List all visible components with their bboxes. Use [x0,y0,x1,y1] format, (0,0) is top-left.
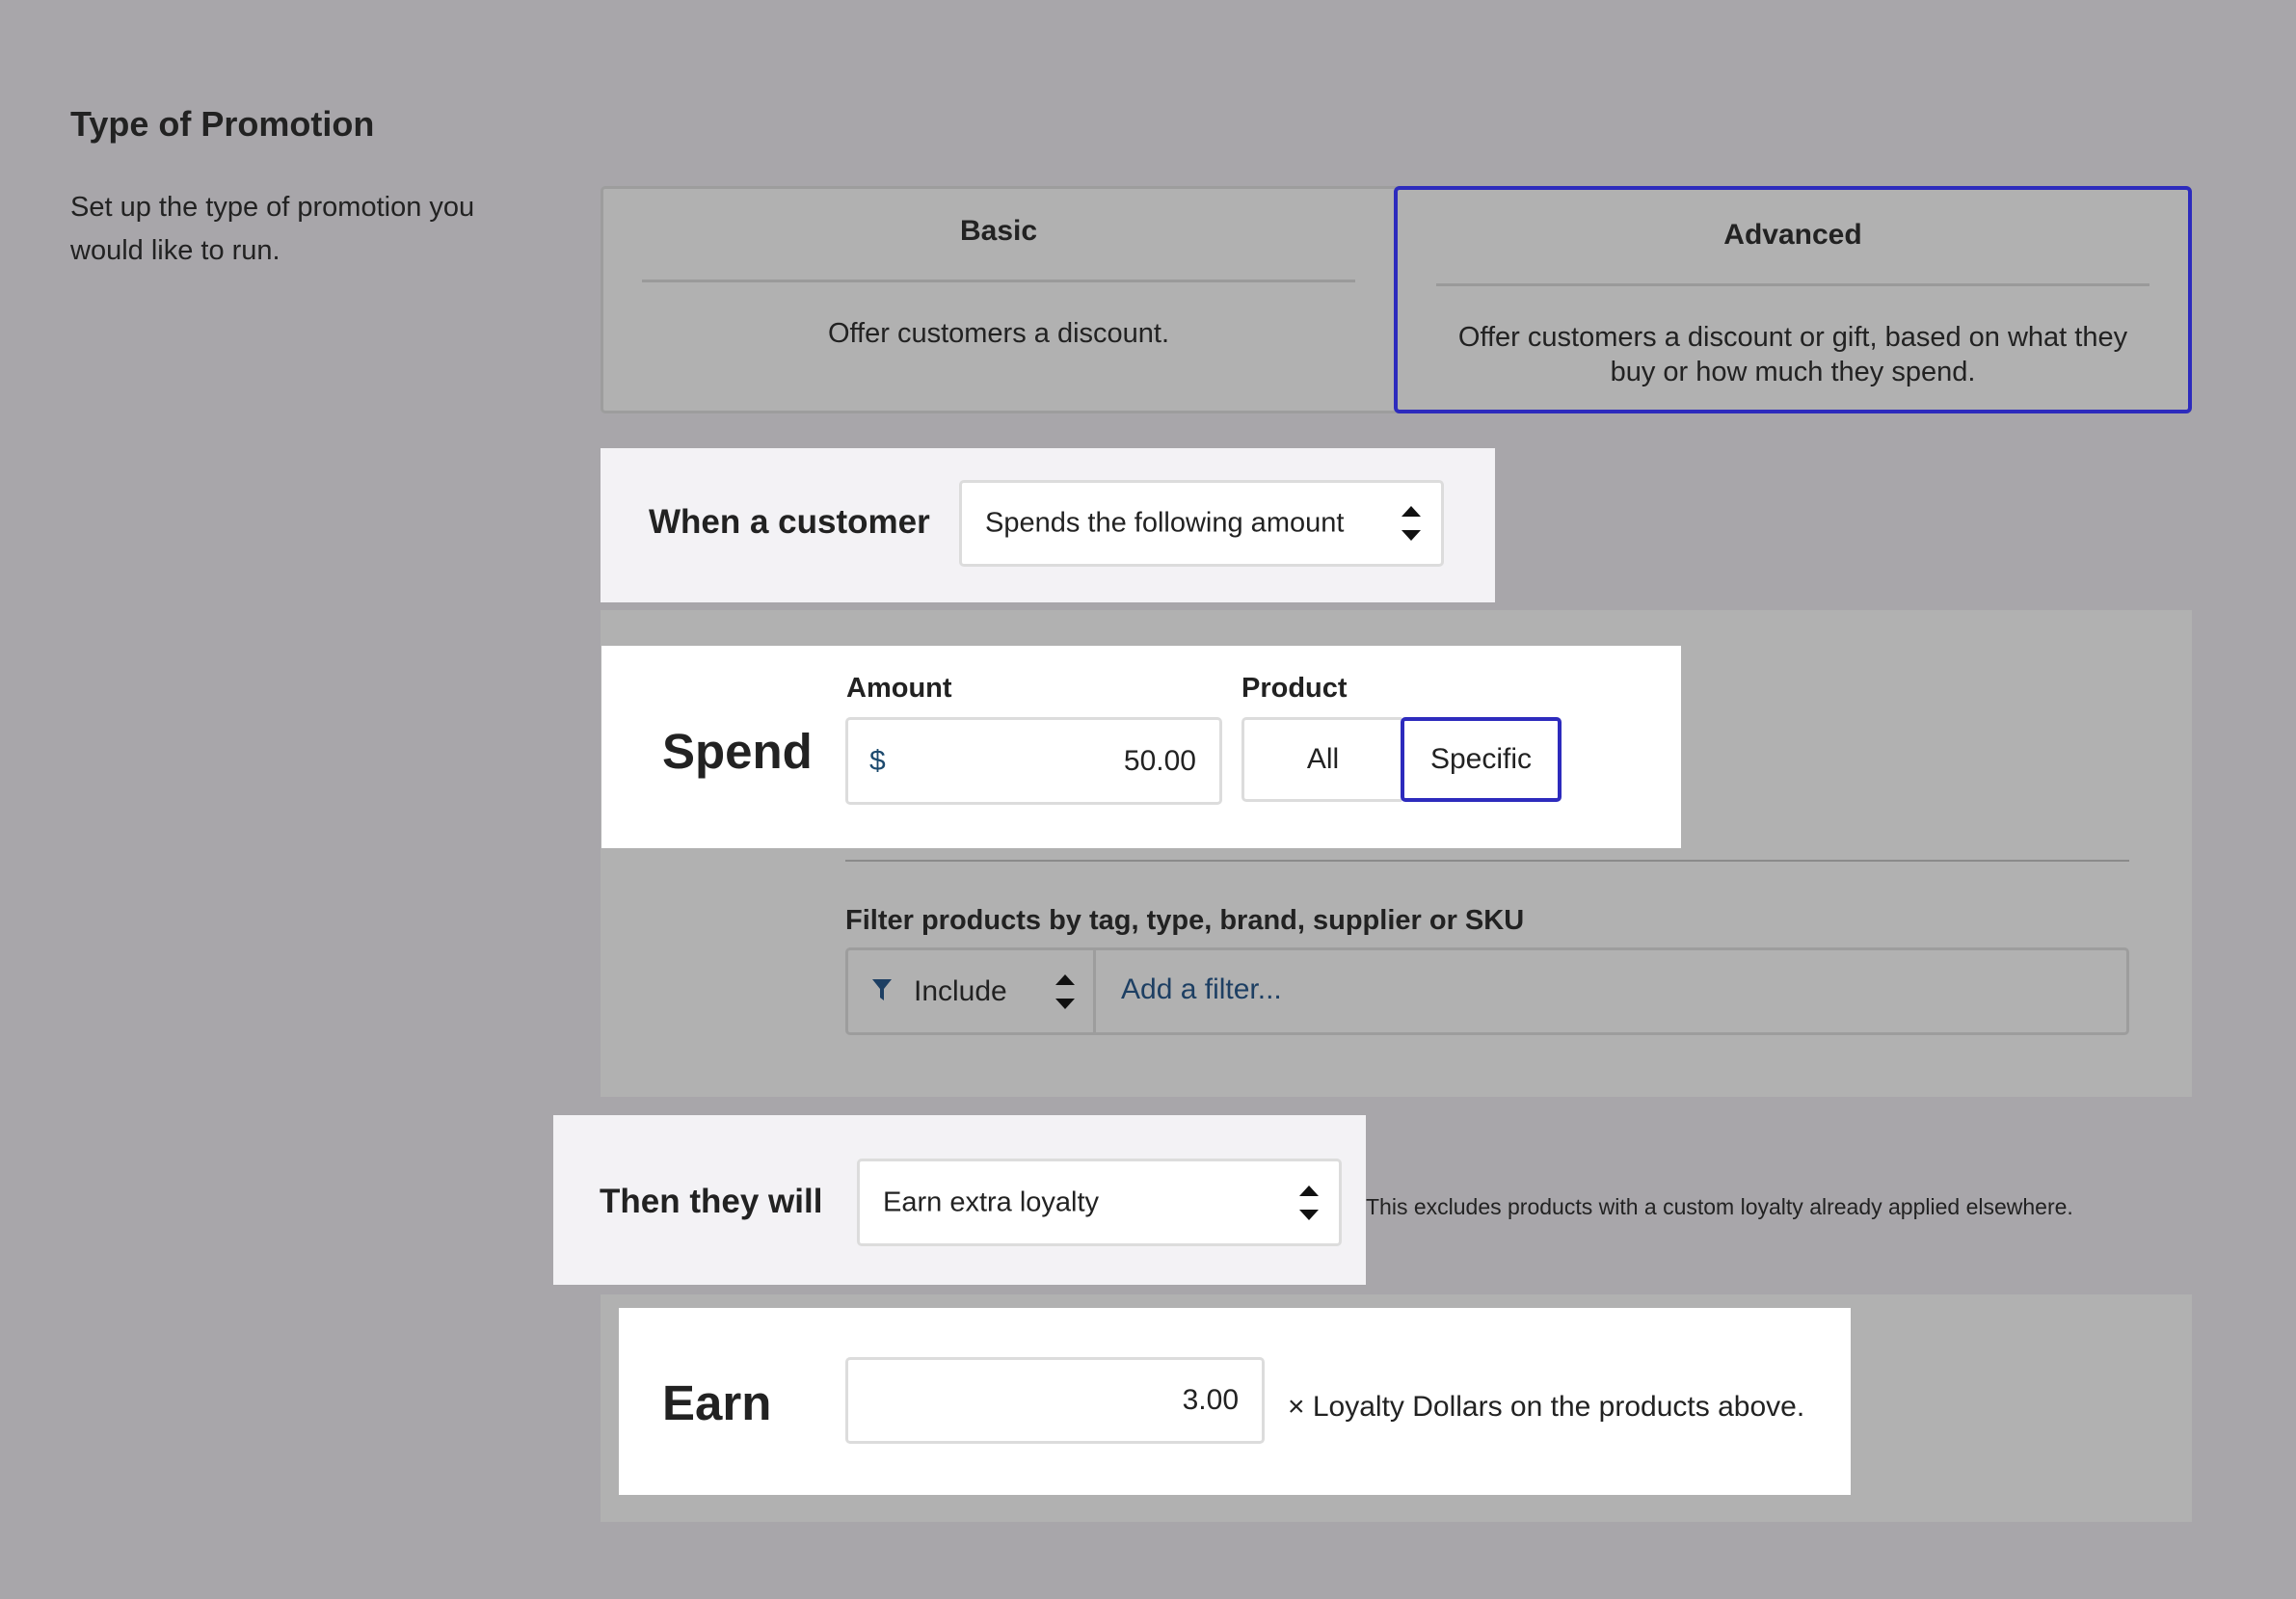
updown-arrows-icon [1298,1185,1320,1220]
amount-input[interactable]: $ 50.00 [845,717,1222,805]
promotion-type-basic[interactable]: Basic Offer customers a discount. [603,186,1394,413]
product-label: Product [1241,673,1348,704]
earn-input[interactable]: 3.00 [845,1357,1265,1444]
earn-label: Earn [662,1375,772,1430]
action-label: Then they will [600,1183,823,1220]
updown-arrows-icon [1401,506,1422,541]
promotion-type-basic-description: Offer customers a discount. [827,318,1170,349]
amount-label: Amount [846,673,952,704]
earn-suffix: × Loyalty Dollars on the products above. [1288,1391,1805,1423]
section-description: Set up the type of promotion you would l… [70,192,475,266]
filter-mode-select[interactable]: Include [848,950,1096,1032]
condition-select-value: Spends the following amount [985,507,1345,539]
condition-select[interactable]: Spends the following amount [959,480,1444,567]
condition-label: When a customer [649,503,930,541]
action-select-value: Earn extra loyalty [883,1186,1100,1217]
currency-prefix: $ [869,744,886,777]
divider [1436,283,2149,286]
divider [845,860,2129,862]
promotion-type-advanced[interactable]: Advanced Offer customers a discount or g… [1394,186,2192,413]
promotion-type-advanced-description: Offer customers a discount or gift, base… [1457,322,2128,387]
promotion-type-basic-title: Basic [959,215,1038,247]
action-hint: This excludes products with a custom loy… [1366,1194,2073,1219]
product-option-specific-label: Specific [1429,743,1533,775]
action-select[interactable]: Earn extra loyalty [857,1159,1342,1246]
amount-value: 50.00 [1123,744,1196,777]
filter-funnel-icon [872,979,892,1000]
divider [642,280,1355,282]
updown-arrows-icon [1055,973,1076,1009]
promotion-type-advanced-title: Advanced [1723,219,1862,251]
section-title: Type of Promotion [70,104,375,144]
product-option-specific[interactable]: Specific [1401,717,1562,802]
spend-label: Spend [662,724,813,779]
filter-label: Filter products by tag, type, brand, sup… [845,905,1525,936]
earn-value: 3.00 [1182,1384,1239,1416]
product-option-all[interactable]: All [1241,717,1402,802]
filter-mode-value: Include [914,974,1007,1007]
filter-input[interactable]: Add a filter... [1121,973,1282,1006]
product-option-all-label: All [1306,743,1340,775]
